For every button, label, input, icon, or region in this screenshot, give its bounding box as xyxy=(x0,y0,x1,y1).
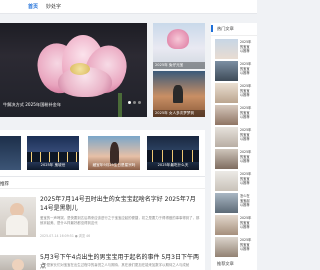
strip-item[interactable]: 2025年最吃什么天 xyxy=(147,136,199,170)
sidebar-thumbnail xyxy=(215,215,238,235)
article-thumbnail[interactable] xyxy=(0,255,36,270)
article-item[interactable]: 2025年7月14号丑时出生的女宝宝起啥名字好 2025年7月14号是黑剔儿 爱… xyxy=(0,195,205,241)
sidebar-item-text: 2025年 的宝宝 以推荐 xyxy=(240,62,252,76)
sidebar-thumbnail xyxy=(215,237,238,257)
article-thumbnail[interactable] xyxy=(0,197,36,237)
sidebar-item[interactable]: 2025年 的宝宝 以推荐 xyxy=(215,83,257,103)
carousel-dot-active[interactable] xyxy=(128,101,131,104)
sidebar-thumbnail xyxy=(215,83,238,103)
sidebar: 热门文章 2025年 的宝宝 以推荐 2025年 的宝宝 以推荐 2025年 的… xyxy=(211,23,257,270)
sidebar-item[interactable]: 2025年 的宝宝 以推荐 xyxy=(215,61,257,81)
article-meta: 2025-07-14 16:09:51 ● 浏览 46 xyxy=(40,234,91,238)
article-excerpt: 一个是家长们对宝宝在出生过程中的喜悦之人与期待，其在我们更加在能来加数字以期待之… xyxy=(40,263,190,267)
carousel-dot[interactable] xyxy=(138,101,141,104)
sidebar-item-text: 2025年 的宝宝 以推荐 xyxy=(240,172,252,186)
featured-thumb-caption[interactable]: 2025年 女人多次梦梦到 xyxy=(153,110,205,117)
carousel-dot[interactable] xyxy=(133,101,136,104)
sidebar-item[interactable]: 2025年 的宝宝 以推荐 xyxy=(215,105,257,125)
divider xyxy=(0,188,205,189)
featured-thumb-1[interactable]: 2025年 兔仔元宝 xyxy=(153,23,205,69)
sidebar-item-text: 2025年 的宝宝 以推荐 xyxy=(240,128,252,142)
sidebar-thumbnail xyxy=(215,149,238,169)
article-title[interactable]: 2025年7月14号丑时出生的女宝宝起啥名字好 2025年7月14号是黑剔儿 xyxy=(40,195,200,213)
strip-item[interactable] xyxy=(0,136,21,170)
strip-caption: 藏宝年9月25生日是星宗吗 xyxy=(92,163,136,167)
hero-caption[interactable]: 牛解决方式 2025年国粉补金年 xyxy=(3,102,61,108)
sidebar-thumbnail xyxy=(215,127,238,147)
sidebar-item-text: 2025年 的宝宝 以推荐 xyxy=(240,84,252,98)
sidebar-item[interactable]: 怎么在 宝宝起 以推荐 xyxy=(215,193,257,213)
nav-category[interactable]: 妙处字 xyxy=(46,3,61,10)
sidebar-item-text: 怎么在 宝宝起 以推荐 xyxy=(240,194,250,208)
sidebar-item[interactable]: 2025年 的宝宝 以推荐 xyxy=(215,149,257,169)
person-image xyxy=(173,85,183,103)
heading-accent xyxy=(211,25,213,32)
sidebar-item-text: 2025年 的宝宝 以推荐 xyxy=(240,40,252,54)
divider xyxy=(211,35,257,36)
nav-home[interactable]: 首页 xyxy=(28,3,38,10)
sidebar-heading-2: 推荐文章 xyxy=(217,261,234,266)
sidebar-item[interactable]: 2025年 的宝宝 以推荐 xyxy=(215,171,257,191)
strip-item[interactable]: 2025年 鬼坡世 xyxy=(27,136,79,170)
section-title: 推荐 xyxy=(0,182,9,187)
sidebar-thumbnail xyxy=(215,193,238,213)
featured-thumb-2[interactable]: 2025年 女人多次梦梦到 xyxy=(153,71,205,117)
article-list: 推荐 2025年7月14号丑时出生的女宝宝起啥名字好 2025年7月14号是黑剔… xyxy=(0,176,205,270)
woman-image xyxy=(110,142,119,164)
sidebar-item[interactable]: 2025年 的宝宝 以推荐 xyxy=(215,237,257,257)
sidebar-thumbnail xyxy=(215,171,238,191)
featured-thumb-caption[interactable]: 2025年 兔仔元宝 xyxy=(153,62,205,69)
article-excerpt: 爱宝的一声啼哭，是快要到达后再来应该进行之于宝宝应起的便捷，初之是要力于得得做的… xyxy=(40,216,200,225)
strip-item[interactable]: 藏宝年9月25生日是星宗吗 xyxy=(88,136,140,170)
sidebar-thumbnail xyxy=(215,39,238,59)
strip-caption: 2025年最吃什么天 xyxy=(157,163,189,167)
image-strip: 2025年 鬼坡世 藏宝年9月25生日是星宗吗 2025年最吃什么天 xyxy=(0,130,205,176)
sidebar-item[interactable]: 2025年 的宝宝 以推荐 xyxy=(215,39,257,59)
article-item[interactable]: 5月3号下午4点出生的男宝宝用于起名的事件 5月3日下午两点 一个是家长们对宝宝… xyxy=(0,247,205,270)
lotus-image xyxy=(167,29,189,49)
cityscape-image xyxy=(27,152,79,162)
sidebar-item-text: 2025年 的宝宝 以推荐 xyxy=(240,106,252,120)
hero-carousel[interactable]: 牛解决方式 2025年国粉补金年 xyxy=(0,23,147,117)
sidebar-thumbnail xyxy=(215,61,238,81)
sidebar-thumbnail xyxy=(215,105,238,125)
sidebar-item-text: 2025年 的宝宝 以推荐 xyxy=(240,150,252,164)
sidebar-item-text: 2025年 的宝宝 以推荐 xyxy=(240,238,252,252)
sidebar-item-text: 2025年 的宝宝 以推荐 xyxy=(240,216,252,230)
sidebar-item[interactable]: 2025年 的宝宝 以推荐 xyxy=(215,215,257,235)
sidebar-item[interactable]: 2025年 的宝宝 以推荐 xyxy=(215,127,257,147)
night-city-image xyxy=(147,150,199,162)
carousel-dots xyxy=(126,89,141,108)
strip-caption: 2025年 鬼坡世 xyxy=(40,163,66,167)
sidebar-heading: 热门文章 xyxy=(217,26,234,31)
baby-image xyxy=(12,259,24,270)
blanket-shape xyxy=(6,215,28,235)
top-navigation: 首页 妙处字 xyxy=(0,0,257,14)
